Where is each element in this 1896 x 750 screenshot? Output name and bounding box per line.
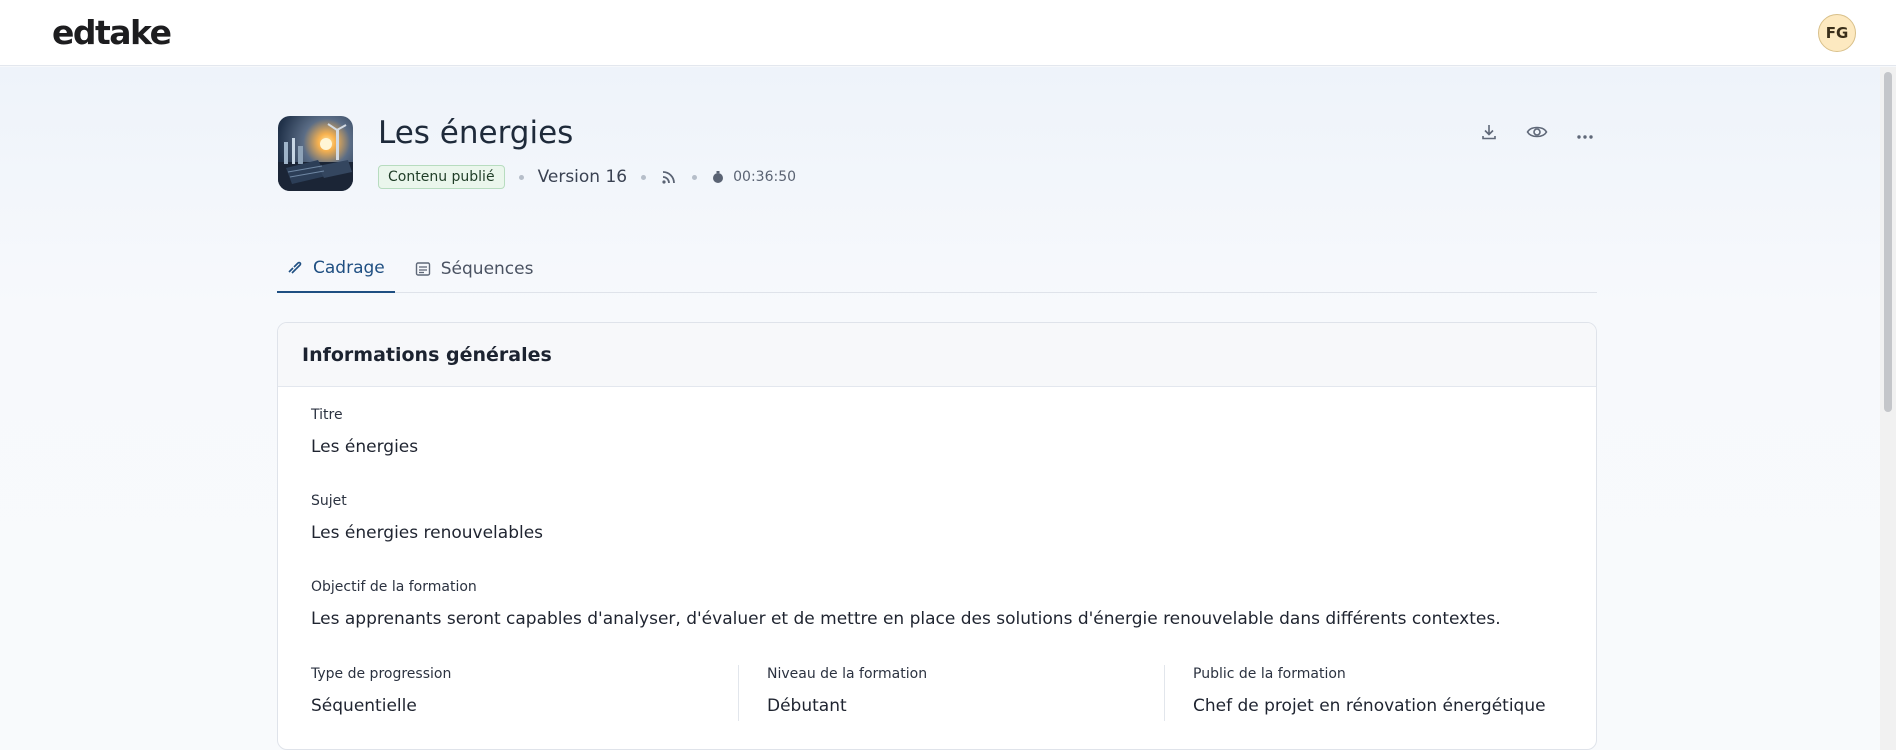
- user-avatar[interactable]: FG: [1818, 14, 1856, 52]
- field-niveau: Niveau de la formation Débutant: [767, 666, 1167, 716]
- eye-icon: [1526, 124, 1548, 144]
- card-title: Informations générales: [278, 323, 1596, 387]
- separator-dot: [518, 174, 524, 180]
- general-info-card: Informations générales Titre Les énergie…: [277, 322, 1597, 750]
- field-value[interactable]: Chef de projet en rénovation énergétique: [1193, 696, 1583, 716]
- field-value[interactable]: Séquentielle: [311, 696, 711, 716]
- field-label: Public de la formation: [1193, 666, 1346, 682]
- top-bar: edtake FG: [0, 0, 1896, 66]
- download-icon: [1480, 123, 1498, 145]
- version-label[interactable]: Version 16: [538, 167, 628, 187]
- field-value[interactable]: Les apprenants seront capables d'analyse…: [311, 609, 1551, 629]
- field-label: Type de progression: [311, 666, 452, 682]
- field-objectif: Objectif de la formation Les apprenants …: [311, 579, 1551, 629]
- tab-bar: Cadrage Séquences: [277, 245, 1597, 293]
- more-horizontal-icon: [1577, 125, 1593, 144]
- field-label: Sujet: [311, 493, 347, 509]
- page-scrollbar[interactable]: [1880, 67, 1896, 750]
- field-label: Objectif de la formation: [311, 579, 477, 595]
- tab-label: Séquences: [440, 259, 534, 279]
- separator-dot: [641, 174, 647, 180]
- tab-cadrage[interactable]: Cadrage: [277, 245, 395, 293]
- tab-sequences[interactable]: Séquences: [405, 245, 544, 293]
- preview-button[interactable]: [1518, 121, 1556, 147]
- timer-icon: [711, 169, 727, 185]
- field-public: Public de la formation Chef de projet en…: [1193, 666, 1583, 716]
- status-badge: Contenu publié: [378, 165, 505, 189]
- course-duration: 00:36:50: [733, 169, 797, 185]
- tab-label: Cadrage: [313, 258, 385, 278]
- column-divider: [1164, 665, 1165, 721]
- course-meta: Contenu publié Version 16 00:36:50: [378, 164, 796, 190]
- field-value[interactable]: Débutant: [767, 696, 1167, 716]
- course-thumbnail: [278, 116, 353, 191]
- field-sujet: Sujet Les énergies renouvelables: [311, 493, 1551, 543]
- app-logo[interactable]: edtake: [52, 13, 172, 52]
- rss-icon[interactable]: [660, 168, 678, 186]
- scroll-thumb[interactable]: [1884, 72, 1892, 412]
- column-divider: [738, 665, 739, 721]
- separator-dot: [692, 174, 698, 180]
- more-options-button[interactable]: [1566, 121, 1604, 147]
- header-actions: [1470, 121, 1614, 147]
- field-label: Niveau de la formation: [767, 666, 928, 682]
- list-icon: [415, 261, 431, 277]
- link-icon: [287, 260, 303, 276]
- field-value[interactable]: Les énergies: [311, 437, 1551, 457]
- field-progression: Type de progression Séquentielle: [311, 666, 711, 716]
- download-button[interactable]: [1470, 121, 1508, 147]
- field-titre: Titre Les énergies: [311, 407, 1551, 457]
- field-label: Titre: [311, 407, 343, 423]
- field-value[interactable]: Les énergies renouvelables: [311, 523, 1551, 543]
- course-title: Les énergies: [378, 115, 574, 151]
